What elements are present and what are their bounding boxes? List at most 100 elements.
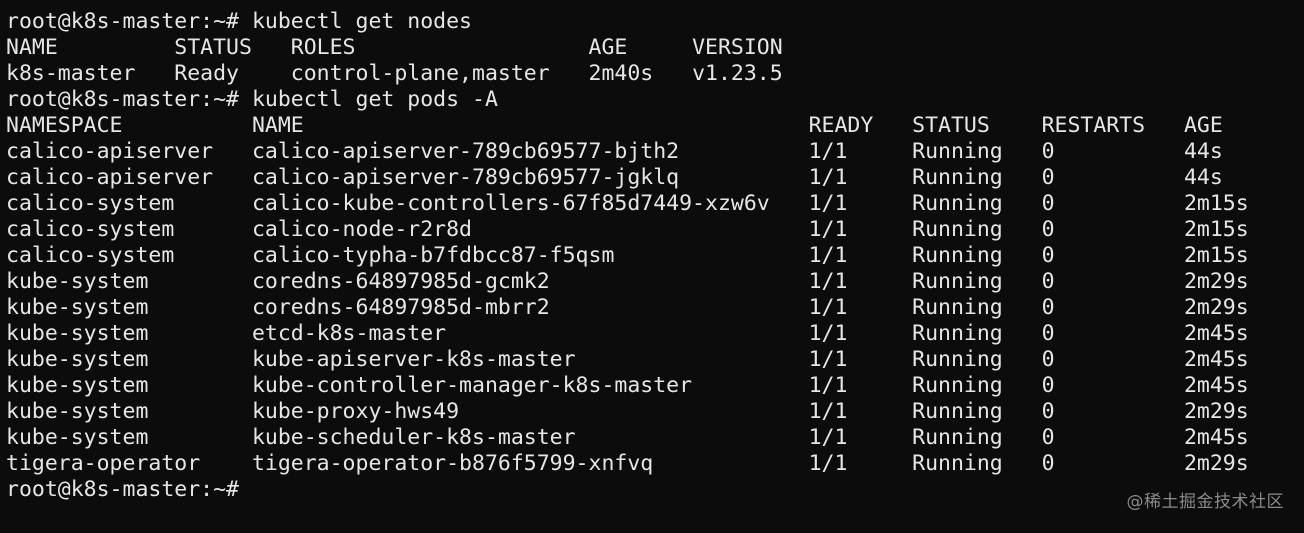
command-line-pods: root@k8s-master:~# kubectl get pods -A <box>6 87 1249 113</box>
pods-table-header-cell: AGE <box>1183 113 1223 138</box>
pods-table-cell: Running <box>912 139 1042 164</box>
pods-table-cell: 0 <box>1041 451 1184 476</box>
pods-table-row: calico-system calico-node-r2r8d 1/1 Runn… <box>6 217 1249 243</box>
pods-table-row: kube-system kube-proxy-hws49 1/1 Running… <box>6 399 1249 425</box>
command-line-idle: root@k8s-master:~# <box>6 477 1249 503</box>
pods-table-cell: kube-controller-manager-k8s-master <box>251 373 809 398</box>
pods-table-cell: 2m29s <box>1183 451 1249 476</box>
pods-table-cell: coredns-64897985d-mbrr2 <box>251 295 809 320</box>
pods-table-cell: 0 <box>1041 269 1184 294</box>
pods-table-cell: 2m45s <box>1183 425 1249 450</box>
pods-table-cell: 1/1 <box>808 165 913 190</box>
pods-table-cell: kube-apiserver-k8s-master <box>251 347 809 372</box>
prompt-separator <box>239 9 252 34</box>
pods-table-cell: 44s <box>1183 139 1223 164</box>
pods-table-cell: kube-system <box>6 295 252 320</box>
pods-table-row: tigera-operator tigera-operator-b876f579… <box>6 451 1249 477</box>
shell-prompt: root@k8s-master:~# <box>6 87 239 112</box>
terminal-output: root@k8s-master:~# kubectl get nodes NAME… <box>6 9 1249 503</box>
nodes-table-header-cell: STATUS <box>174 35 291 60</box>
pods-table-cell: kube-system <box>6 373 252 398</box>
pods-table-cell: Running <box>912 269 1042 294</box>
pods-table-cell: 2m15s <box>1183 191 1249 216</box>
pods-table-cell: 0 <box>1041 399 1184 424</box>
pods-table-cell: Running <box>912 399 1042 424</box>
pods-table-cell: 0 <box>1041 295 1184 320</box>
pods-table-cell: 2m29s <box>1183 399 1249 424</box>
watermark: @稀土掘金技术社区 <box>1126 492 1284 512</box>
pods-table-cell: 0 <box>1041 347 1184 372</box>
pods-table-cell: 1/1 <box>808 191 913 216</box>
pods-table-cell: 1/1 <box>808 399 913 424</box>
pods-table-cell: calico-system <box>6 243 252 268</box>
pods-table-row: kube-system etcd-k8s-master 1/1 Running … <box>6 321 1249 347</box>
pods-table-cell: 1/1 <box>808 139 913 164</box>
nodes-table-cell: control-plane,master <box>290 61 589 86</box>
pods-table-row: kube-system coredns-64897985d-mbrr2 1/1 … <box>6 295 1249 321</box>
pods-table-cell: kube-system <box>6 347 252 372</box>
pods-table-cell: kube-proxy-hws49 <box>251 399 809 424</box>
pods-table-cell: Running <box>912 165 1042 190</box>
nodes-table-header-cell: AGE <box>588 35 693 60</box>
pods-table-cell: 0 <box>1041 321 1184 346</box>
pods-table-cell: Running <box>912 321 1042 346</box>
pods-table-row: calico-system calico-typha-b7fdbcc87-f5q… <box>6 243 1249 269</box>
pods-table-cell: 1/1 <box>808 217 913 242</box>
pods-table-cell: 0 <box>1041 425 1184 450</box>
pods-table-header-cell: STATUS <box>912 113 1042 138</box>
shell-prompt: root@k8s-master:~# <box>6 477 239 502</box>
nodes-table-cell: Ready <box>174 61 291 86</box>
nodes-table-cell: 2m40s <box>588 61 693 86</box>
pods-table-cell: Running <box>912 217 1042 242</box>
pods-table-row: kube-system kube-apiserver-k8s-master 1/… <box>6 347 1249 373</box>
pods-table-cell: calico-system <box>6 217 252 242</box>
nodes-table-cell: v1.23.5 <box>692 61 783 86</box>
pods-table-cell: 0 <box>1041 373 1184 398</box>
pods-table-cell: kube-scheduler-k8s-master <box>251 425 809 450</box>
pods-table-cell: Running <box>912 373 1042 398</box>
pods-table-cell: Running <box>912 425 1042 450</box>
pods-table-cell: 0 <box>1041 165 1184 190</box>
pods-table-cell: 0 <box>1041 139 1184 164</box>
pods-table-cell: 2m15s <box>1183 243 1249 268</box>
command-line-nodes: root@k8s-master:~# kubectl get nodes <box>6 9 1249 35</box>
pods-table-cell: calico-apiserver <box>6 139 252 164</box>
pods-table-row: kube-system coredns-64897985d-gcmk2 1/1 … <box>6 269 1249 295</box>
pods-table-cell: Running <box>912 295 1042 320</box>
nodes-table-header-cell: ROLES <box>290 35 589 60</box>
pods-table-cell: 0 <box>1041 243 1184 268</box>
terminal-window[interactable]: root@k8s-master:~# kubectl get nodes NAME… <box>0 0 1304 533</box>
pods-table-cell: kube-system <box>6 425 252 450</box>
pods-table-cell: Running <box>912 243 1042 268</box>
pods-table-header-cell: NAMESPACE <box>6 113 252 138</box>
pods-table-row: calico-apiserver calico-apiserver-789cb6… <box>6 139 1249 165</box>
command-text: kubectl get nodes <box>251 9 473 34</box>
pods-table-cell: Running <box>912 451 1042 476</box>
pods-table-cell: calico-apiserver-789cb69577-bjth2 <box>251 139 809 164</box>
pods-table-cell: 1/1 <box>808 295 913 320</box>
pods-table-row: calico-apiserver calico-apiserver-789cb6… <box>6 165 1249 191</box>
pods-table-cell: calico-typha-b7fdbcc87-f5qsm <box>251 243 809 268</box>
pods-table-cell: kube-system <box>6 399 252 424</box>
nodes-table-row: k8s-master Ready control-plane,master 2m… <box>6 61 1249 87</box>
pods-table-cell: 2m29s <box>1183 269 1249 294</box>
prompt-separator <box>239 87 252 112</box>
pods-table-cell: etcd-k8s-master <box>251 321 809 346</box>
pods-table-cell: Running <box>912 191 1042 216</box>
nodes-table-cell: k8s-master <box>6 61 175 86</box>
pods-table-cell: 0 <box>1041 217 1184 242</box>
pods-table-cell: Running <box>912 347 1042 372</box>
pods-table-header-row: NAMESPACE NAME READY STATUS RESTARTS AGE <box>6 113 1249 139</box>
pods-table-cell: calico-apiserver-789cb69577-jgklq <box>251 165 809 190</box>
pods-table-cell: calico-kube-controllers-67f85d7449-xzw6v <box>251 191 809 216</box>
pods-table-cell: 2m29s <box>1183 295 1249 320</box>
pods-table-cell: 1/1 <box>808 269 913 294</box>
pods-table-cell: 2m45s <box>1183 321 1249 346</box>
pods-table-row: kube-system kube-scheduler-k8s-master 1/… <box>6 425 1249 451</box>
nodes-table-header-cell: NAME <box>6 35 175 60</box>
pods-table-cell: tigera-operator <box>6 451 252 476</box>
pods-table-cell: 44s <box>1183 165 1223 190</box>
pods-table-cell: tigera-operator-b876f5799-xnfvq <box>251 451 809 476</box>
pods-table-cell: kube-system <box>6 321 252 346</box>
pods-table-cell: 1/1 <box>808 425 913 450</box>
